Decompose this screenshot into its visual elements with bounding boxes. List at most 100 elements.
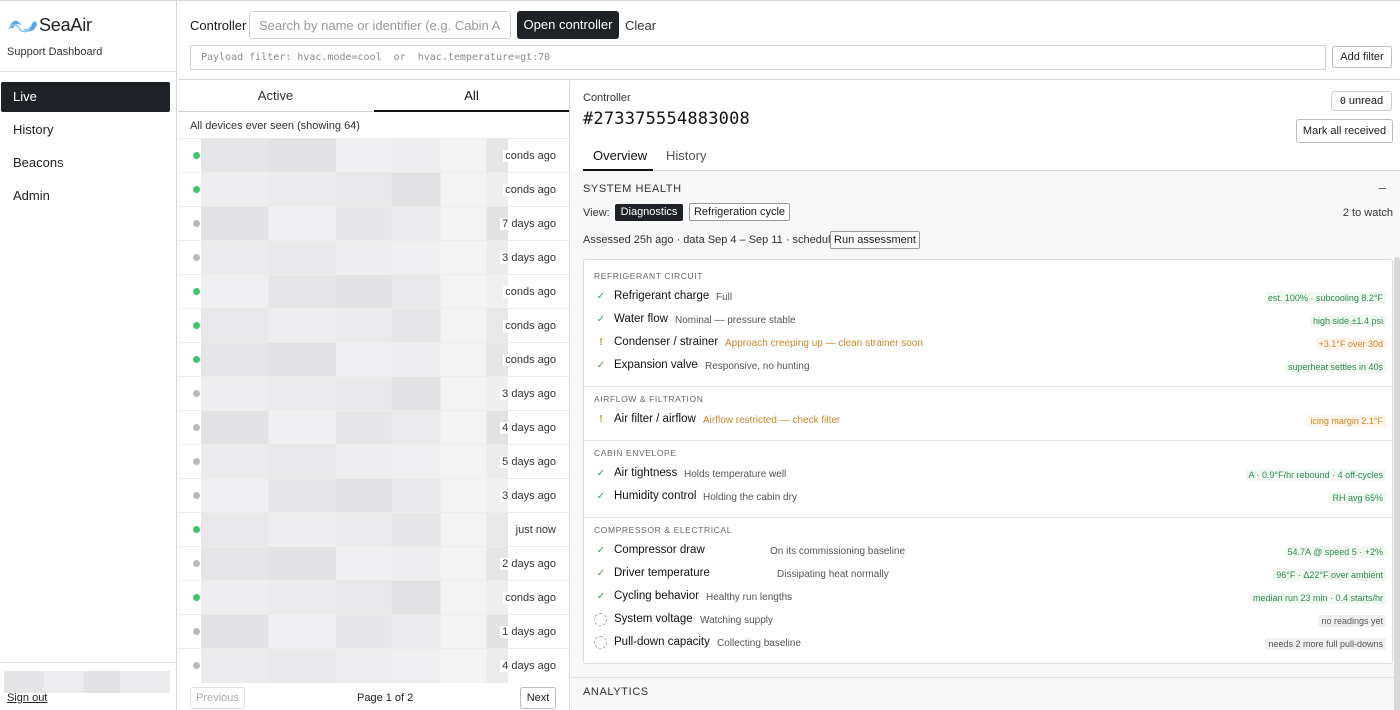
tab-all[interactable]: All (374, 81, 569, 112)
health-item-metric: no readings yet (1318, 615, 1386, 627)
health-item-metric: needs 2 more full pull-downs (1265, 638, 1386, 650)
health-item-name: Cycling behavior (614, 590, 700, 602)
health-item-description: Approach creeping up — clean strainer so… (725, 338, 923, 349)
check-icon: ✓ (596, 468, 606, 479)
add-filter-button[interactable]: Add filter (1332, 46, 1392, 68)
device-rows: conds ago conds ago 7 days ago 3 days ago co… (178, 138, 569, 683)
online-status-icon (193, 322, 200, 329)
detail-label: Controller (583, 92, 631, 104)
device-row[interactable]: conds ago (178, 308, 569, 343)
mark-all-received-button[interactable]: Mark all received (1296, 119, 1393, 143)
last-seen: 4 days ago (500, 660, 556, 672)
group-title: CABIN ENVELOPE (594, 448, 677, 458)
controller-search-input[interactable] (249, 11, 511, 39)
health-item-metric: est. 100% · subcooling 8.2°F (1264, 292, 1386, 304)
unread-label: unread (1348, 95, 1384, 107)
offline-status-icon (193, 254, 200, 261)
device-list-caption: All devices ever seen (showing 64) (190, 120, 360, 132)
detail-scrollbar[interactable] (1394, 257, 1400, 710)
assessment-info: Assessed 25h ago · data Sep 4 – Sep 11 ·… (583, 234, 843, 246)
health-item[interactable]: ! Condenser / strainer Approach creeping u… (584, 333, 1392, 355)
brand-subtitle: Support Dashboard (7, 46, 103, 58)
sidebar-item-history[interactable]: History (1, 115, 170, 145)
device-row[interactable]: 2 days ago (178, 546, 569, 581)
offline-status-icon (193, 220, 200, 227)
tab-overview[interactable]: Overview (593, 148, 647, 163)
health-item[interactable]: ! Air filter / airflow Airflow restricted … (584, 410, 1392, 432)
payload-filter-input[interactable] (190, 45, 1326, 70)
analytics-title[interactable]: ANALYTICS (583, 686, 649, 698)
view-diagnostics-button[interactable]: Diagnostics (615, 204, 683, 221)
sidebar-item-beacons[interactable]: Beacons (1, 148, 170, 178)
health-item-metric: RH avg 65% (1329, 492, 1386, 504)
sidebar-footer-divider (0, 662, 176, 663)
health-item-metric: 54.7A @ speed 5 · +2% (1284, 546, 1386, 558)
run-assessment-button[interactable]: Run assessment (830, 231, 920, 249)
device-row[interactable]: conds ago (178, 580, 569, 615)
device-row[interactable]: 5 days ago (178, 444, 569, 479)
pager: Previous Page 1 of 2 Next (178, 682, 569, 710)
device-name-redacted (201, 445, 508, 479)
offline-status-icon (193, 458, 200, 465)
view-refrigeration-cycle-button[interactable]: Refrigeration cycle (689, 203, 790, 221)
device-row[interactable]: conds ago (178, 274, 569, 309)
device-name-redacted (201, 547, 508, 581)
health-item-name: Refrigerant charge (614, 290, 710, 302)
device-row[interactable]: 4 days ago (178, 648, 569, 683)
device-row[interactable]: conds ago (178, 172, 569, 207)
health-item-metric: 96°F · Δ22°F over ambient (1273, 569, 1386, 581)
clear-button[interactable]: Clear (625, 18, 656, 33)
device-name-redacted (201, 377, 508, 411)
device-row[interactable]: 3 days ago (178, 240, 569, 275)
device-row[interactable]: 3 days ago (178, 478, 569, 513)
tab-history[interactable]: History (666, 148, 706, 163)
last-seen: conds ago (503, 354, 556, 366)
health-item[interactable]: ✓ Expansion valve Responsive, no hunting su… (584, 356, 1392, 378)
last-seen: 2 days ago (500, 558, 556, 570)
top-bar: Controller Open controller Clear Add fil… (178, 1, 1400, 80)
health-item-description: Full (716, 292, 733, 303)
health-item[interactable]: ✓ Cycling behavior Healthy run lengths medi… (584, 587, 1392, 609)
sidebar-item-live[interactable]: Live (1, 82, 170, 112)
device-row[interactable]: 7 days ago (178, 206, 569, 241)
tab-active[interactable]: Active (178, 81, 373, 112)
brand[interactable]: SeaAir (8, 15, 92, 36)
group-title: REFRIGERANT CIRCUIT (594, 271, 703, 281)
device-row[interactable]: 3 days ago (178, 376, 569, 411)
offline-status-icon (193, 424, 200, 431)
device-name-redacted (201, 139, 508, 173)
open-controller-button[interactable]: Open controller (517, 11, 619, 39)
health-item[interactable]: ✓ Water flow Nominal — pressure stable high… (584, 310, 1392, 332)
system-health-section: SYSTEM HEALTH – View: Diagnostics Refrig… (571, 171, 1400, 710)
sign-out-link[interactable]: Sign out (7, 692, 47, 704)
health-item[interactable]: ✓ Compressor draw On its commissioning bas… (584, 541, 1392, 563)
device-row[interactable]: 1 days ago (178, 614, 569, 649)
last-seen: conds ago (503, 286, 556, 298)
health-item-description: Collecting baseline (717, 638, 801, 649)
device-row[interactable]: conds ago (178, 342, 569, 377)
health-item[interactable]: Pull-down capacity Collecting baseline nee… (584, 633, 1392, 655)
offline-status-icon (193, 560, 200, 567)
health-item-metric: median run 23 min · 0.4 starts/hr (1249, 592, 1386, 604)
device-row[interactable]: 4 days ago (178, 410, 569, 445)
collapse-button[interactable]: – (1379, 180, 1386, 195)
previous-page-button[interactable]: Previous (190, 687, 245, 709)
device-row[interactable]: conds ago (178, 138, 569, 173)
check-icon: ✓ (596, 291, 606, 302)
device-row[interactable]: just now (178, 512, 569, 547)
health-item[interactable]: System voltage Watching supply no readings… (584, 610, 1392, 632)
pending-icon (594, 613, 607, 626)
health-item-name: System voltage (614, 613, 693, 625)
online-status-icon (193, 594, 200, 601)
next-page-button[interactable]: Next (520, 687, 556, 709)
controller-label: Controller (190, 18, 247, 33)
sidebar-item-admin[interactable]: Admin (1, 181, 170, 211)
warning-icon: ! (599, 414, 603, 425)
device-name-redacted (201, 649, 508, 683)
health-item[interactable]: ✓ Driver temperature Dissipating heat norm… (584, 564, 1392, 586)
health-item[interactable]: ✓ Humidity control Holding the cabin dry RH… (584, 487, 1392, 509)
health-item[interactable]: ✓ Refrigerant charge Full est. 100% · subco… (584, 287, 1392, 309)
offline-status-icon (193, 492, 200, 499)
health-item[interactable]: ✓ Air tightness Holds temperature well A · … (584, 464, 1392, 486)
health-item-description: Healthy run lengths (706, 592, 793, 603)
